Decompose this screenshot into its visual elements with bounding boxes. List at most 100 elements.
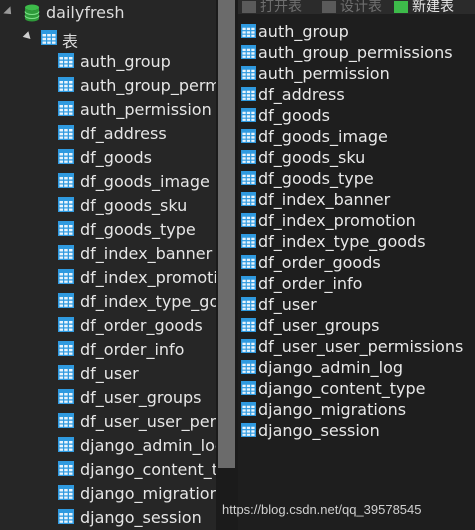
tree-table-item[interactable]: df_address: [0, 122, 216, 146]
table-icon: [241, 318, 256, 332]
table-icon: [58, 149, 74, 164]
object-table-list: auth_group auth_group_permissions auth_p…: [240, 22, 475, 442]
tree-table-item[interactable]: df_index_promotio: [0, 266, 216, 290]
tree-table-item[interactable]: auth_group_permi: [0, 74, 216, 98]
tree-table-item[interactable]: df_goods_image: [0, 170, 216, 194]
table-icon: [58, 437, 74, 452]
object-table-item[interactable]: django_content_type: [240, 379, 475, 400]
table-icon: [241, 150, 256, 164]
table-icon: [241, 87, 256, 101]
object-table-item[interactable]: df_goods_type: [240, 169, 475, 190]
tree-table-item[interactable]: df_goods_sku: [0, 194, 216, 218]
tree-table-item[interactable]: auth_group: [0, 50, 216, 74]
tree-table-label: auth_permission: [80, 100, 212, 119]
table-icon: [241, 255, 256, 269]
table-icon: [58, 341, 74, 356]
tree-table-label: django_migrations: [80, 484, 216, 503]
object-table-label: df_user: [258, 295, 317, 314]
tree-table-label: df_order_info: [80, 340, 185, 359]
expand-arrow-icon[interactable]: [3, 6, 15, 18]
object-table-item[interactable]: df_address: [240, 85, 475, 106]
tree-table-item[interactable]: df_index_banner: [0, 242, 216, 266]
object-table-item[interactable]: df_order_goods: [240, 253, 475, 274]
object-table-label: df_user_user_permissions: [258, 337, 464, 356]
object-table-item[interactable]: auth_group: [240, 22, 475, 43]
tree-table-label: django_admin_log: [80, 436, 216, 455]
tree-table-item[interactable]: django_admin_log: [0, 434, 216, 458]
object-table-item[interactable]: django_session: [240, 421, 475, 442]
tree-table-item[interactable]: df_order_goods: [0, 314, 216, 338]
object-table-label: df_goods_type: [258, 169, 374, 188]
table-icon: [58, 101, 74, 116]
object-table-item[interactable]: df_goods_image: [240, 127, 475, 148]
object-table-item[interactable]: df_user: [240, 295, 475, 316]
tree-table-item[interactable]: df_order_info: [0, 338, 216, 362]
tree-table-label: django_session: [80, 508, 202, 527]
object-table-item[interactable]: df_goods: [240, 106, 475, 127]
design-table-button[interactable]: 设计表: [322, 0, 382, 14]
object-table-item[interactable]: df_order_info: [240, 274, 475, 295]
tree-table-label: df_index_promotio: [80, 268, 216, 287]
object-table-item[interactable]: df_user_user_permissions: [240, 337, 475, 358]
table-icon: [241, 213, 256, 227]
table-tree-list: auth_group auth_group_permi auth_permiss…: [0, 50, 216, 530]
table-icon: [241, 66, 256, 80]
watermark-text: https://blog.csdn.net/qq_39578545: [222, 502, 422, 517]
table-icon: [241, 402, 256, 416]
table-icon: [241, 276, 256, 290]
tree-tables-node[interactable]: 表: [0, 27, 216, 51]
object-table-item[interactable]: df_index_banner: [240, 190, 475, 211]
object-table-item[interactable]: auth_permission: [240, 64, 475, 85]
object-table-item[interactable]: django_migrations: [240, 400, 475, 421]
tree-table-item[interactable]: auth_permission: [0, 98, 216, 122]
tree-table-label: df_goods: [80, 148, 153, 167]
object-table-item[interactable]: auth_group_permissions: [240, 43, 475, 64]
object-table-item[interactable]: django_admin_log: [240, 358, 475, 379]
object-table-item[interactable]: df_user_groups: [240, 316, 475, 337]
tree-table-label: df_goods_type: [80, 220, 196, 239]
object-table-label: auth_permission: [258, 64, 390, 83]
tree-database-node[interactable]: dailyfresh: [0, 2, 216, 24]
tree-table-item[interactable]: df_goods: [0, 146, 216, 170]
tree-table-item[interactable]: df_user_user_perm: [0, 410, 216, 434]
tree-table-label: df_address: [80, 124, 167, 143]
table-icon: [58, 221, 74, 236]
table-icon: [58, 413, 74, 428]
table-icon: [241, 360, 256, 374]
table-icon: [58, 509, 74, 524]
table-icon: [58, 461, 74, 476]
table-icon: [241, 297, 256, 311]
tree-table-label: df_goods_sku: [80, 196, 188, 215]
object-table-item[interactable]: df_goods_sku: [240, 148, 475, 169]
object-table-label: django_content_type: [258, 379, 426, 398]
object-table-item[interactable]: df_index_promotion: [240, 211, 475, 232]
object-table-label: django_migrations: [258, 400, 407, 419]
table-icon: [58, 53, 74, 68]
tree-table-label: df_user_user_perm: [80, 412, 216, 431]
object-table-label: df_goods: [258, 106, 331, 125]
new-table-button[interactable]: 新建表: [394, 0, 454, 14]
tree-table-item[interactable]: django_content_ty: [0, 458, 216, 482]
tree-table-item[interactable]: df_user_groups: [0, 386, 216, 410]
table-icon: [241, 171, 256, 185]
object-table-item[interactable]: df_index_type_goods: [240, 232, 475, 253]
tree-table-label: auth_group: [80, 52, 171, 71]
table-icon: [241, 339, 256, 353]
navigation-scrollbar-thumb[interactable]: [218, 0, 235, 468]
tree-table-item[interactable]: django_migrations: [0, 482, 216, 506]
table-icon: [58, 317, 74, 332]
table-icon: [58, 293, 74, 308]
open-table-button[interactable]: 打开表: [242, 0, 302, 14]
table-icon: [241, 129, 256, 143]
table-grid-icon: [41, 30, 57, 45]
tree-table-item[interactable]: df_user: [0, 362, 216, 386]
table-icon: [58, 125, 74, 140]
tree-table-item[interactable]: df_index_type_goo: [0, 290, 216, 314]
tree-table-item[interactable]: df_goods_type: [0, 218, 216, 242]
tree-table-item[interactable]: django_session: [0, 506, 216, 530]
object-table-label: df_index_banner: [258, 190, 391, 209]
tree-table-label: df_order_goods: [80, 316, 203, 335]
collapse-arrow-icon[interactable]: [22, 31, 34, 42]
object-table-label: df_order_info: [258, 274, 363, 293]
tree-table-label: df_index_type_goo: [80, 292, 216, 311]
